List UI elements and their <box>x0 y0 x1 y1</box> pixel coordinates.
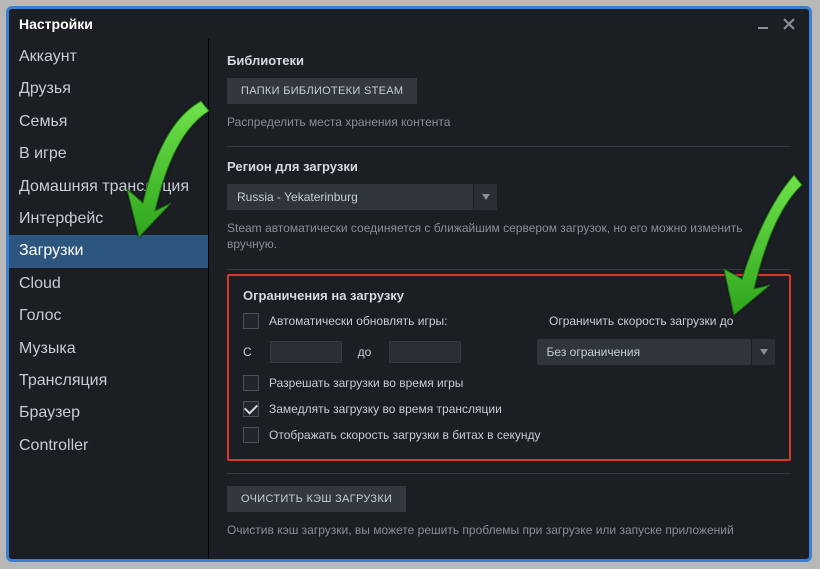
sidebar-item-broadcast[interactable]: Трансляция <box>9 365 208 397</box>
sidebar-item-ingame[interactable]: В игре <box>9 138 208 170</box>
sidebar-item-cloud[interactable]: Cloud <box>9 268 208 300</box>
library-folders-button[interactable]: ПАПКИ БИБЛИОТЕКИ STEAM <box>227 78 417 104</box>
titlebar: Настройки <box>9 9 809 39</box>
throttle-streaming-label: Замедлять загрузку во время трансляции <box>269 402 502 416</box>
throttle-streaming-checkbox[interactable] <box>243 401 259 417</box>
time-to-input[interactable] <box>389 341 461 363</box>
clear-cache-desc: Очистив кэш загрузки, вы можете решить п… <box>227 522 791 538</box>
region-heading: Регион для загрузки <box>227 159 791 174</box>
region-desc: Steam автоматически соединяется с ближай… <box>227 220 791 252</box>
chevron-down-icon <box>473 184 497 210</box>
sidebar-item-home-streaming[interactable]: Домашняя трансляция <box>9 171 208 203</box>
sidebar-item-family[interactable]: Семья <box>9 106 208 138</box>
time-to-label: до <box>358 345 372 359</box>
libraries-desc: Распределить места хранения контента <box>227 114 791 130</box>
auto-update-checkbox[interactable] <box>243 313 259 329</box>
speed-limit-value: Без ограничения <box>537 339 751 365</box>
download-restrictions-section: Ограничения на загрузку Автоматически об… <box>227 274 791 461</box>
sidebar-item-friends[interactable]: Друзья <box>9 73 208 105</box>
sidebar-item-music[interactable]: Музыка <box>9 333 208 365</box>
restrictions-heading: Ограничения на загрузку <box>243 288 775 303</box>
time-from-input[interactable] <box>270 341 342 363</box>
download-region-value: Russia - Yekaterinburg <box>227 184 473 210</box>
sidebar-item-voice[interactable]: Голос <box>9 300 208 332</box>
sidebar-item-controller[interactable]: Controller <box>9 430 208 462</box>
allow-during-game-checkbox[interactable] <box>243 375 259 391</box>
divider <box>227 473 791 474</box>
close-button[interactable] <box>779 14 799 34</box>
allow-during-game-label: Разрешать загрузки во время игры <box>269 376 463 390</box>
sidebar-item-interface[interactable]: Интерфейс <box>9 203 208 235</box>
divider <box>227 146 791 147</box>
sidebar-item-browser[interactable]: Браузер <box>9 397 208 429</box>
sidebar-item-downloads[interactable]: Загрузки <box>9 235 208 267</box>
auto-update-label: Автоматически обновлять игры: <box>269 314 447 328</box>
window-title: Настройки <box>19 16 93 32</box>
download-region-select[interactable]: Russia - Yekaterinburg <box>227 184 497 210</box>
chevron-down-icon <box>751 339 775 365</box>
limit-speed-label: Ограничить скорость загрузки до <box>549 314 733 328</box>
speed-limit-select[interactable]: Без ограничения <box>537 339 775 365</box>
settings-main-panel: Библиотеки ПАПКИ БИБЛИОТЕКИ STEAM Распре… <box>209 39 809 559</box>
settings-window: Настройки Аккаунт Друзья Семья В игре До… <box>6 6 812 562</box>
sidebar-item-account[interactable]: Аккаунт <box>9 41 208 73</box>
time-from-label: С <box>243 345 252 359</box>
divider <box>227 269 791 270</box>
show-bits-label: Отображать скорость загрузки в битах в с… <box>269 428 541 442</box>
minimize-button[interactable] <box>753 14 773 34</box>
libraries-heading: Библиотеки <box>227 53 791 68</box>
settings-sidebar: Аккаунт Друзья Семья В игре Домашняя тра… <box>9 39 209 559</box>
clear-cache-button[interactable]: ОЧИСТИТЬ КЭШ ЗАГРУЗКИ <box>227 486 406 512</box>
show-bits-checkbox[interactable] <box>243 427 259 443</box>
